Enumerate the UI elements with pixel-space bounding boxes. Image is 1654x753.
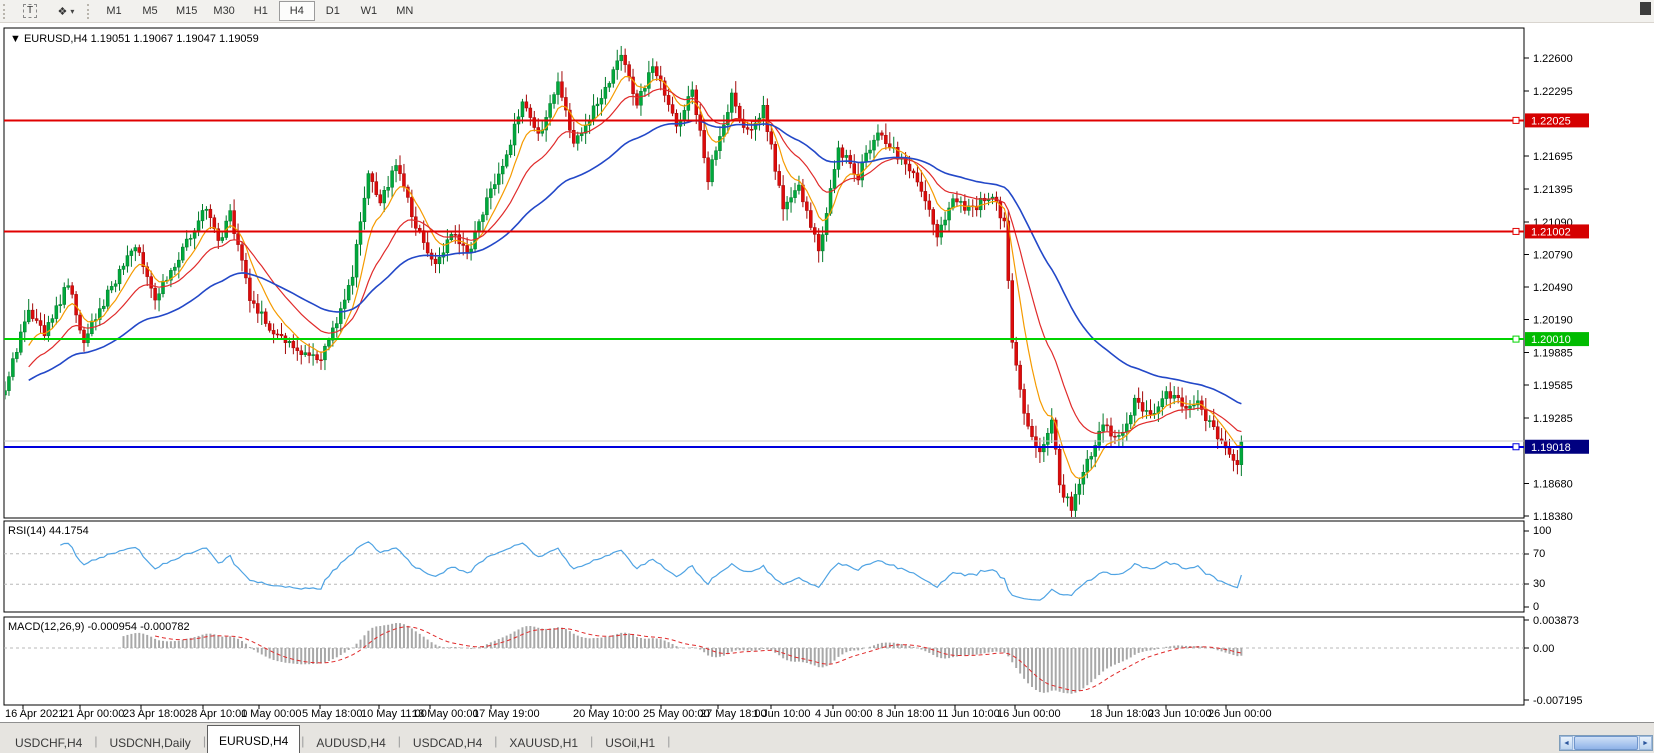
chart-ohlc-header: ▼ EURUSD,H4 1.19051 1.19067 1.19047 1.19… xyxy=(10,33,259,45)
time-axis-label: 18 Jun 18:00 xyxy=(1090,708,1154,720)
scroll-right-icon[interactable]: ► xyxy=(1639,736,1652,750)
price-tick-label: 1.22295 xyxy=(1533,86,1573,98)
hline-anchor-marker[interactable] xyxy=(1512,116,1520,124)
hline-price-badge-text: 1.21002 xyxy=(1531,226,1571,238)
hline-anchor-marker[interactable] xyxy=(1512,443,1520,451)
scroll-left-icon[interactable]: ◄ xyxy=(1560,736,1573,750)
time-axis-label: 23 Jun 10:00 xyxy=(1148,708,1212,720)
toolbar-grip[interactable] xyxy=(87,3,92,19)
rsi-tick-label: 100 xyxy=(1533,525,1551,537)
rsi-tick-label: 0 xyxy=(1533,601,1539,613)
tab-usdcnh-daily[interactable]: USDCNH,Daily xyxy=(98,730,201,753)
time-axis[interactable]: 16 Apr 202121 Apr 00:0023 Apr 18:00 28 Ap… xyxy=(5,705,1272,720)
price-axis[interactable]: 1.226001.222951.216951.213951.210901.207… xyxy=(1524,53,1589,707)
timeframe-button-h1[interactable]: H1 xyxy=(243,1,279,21)
timeframe-button-h4[interactable]: H4 xyxy=(278,1,315,21)
tab-usdcad-h4[interactable]: USDCAD,H4 xyxy=(402,730,493,753)
macd-tick-label: 0.003873 xyxy=(1533,615,1579,627)
timeframe-button-mn[interactable]: MN xyxy=(387,1,423,21)
price-tick-label: 1.18380 xyxy=(1533,511,1573,523)
time-axis-label: 11 Jun 10:00 xyxy=(937,708,1000,720)
insert-text-button[interactable]: T xyxy=(12,1,48,21)
price-tick-label: 1.21695 xyxy=(1533,151,1573,163)
tab-eurusd-h4[interactable]: EURUSD,H4 xyxy=(206,725,301,753)
text-tool-icon: T xyxy=(22,4,38,18)
symbols-button[interactable]: ❖ ▾ xyxy=(48,1,84,21)
macd-pane[interactable] xyxy=(3,616,1525,706)
price-tick-label: 1.19285 xyxy=(1533,413,1573,425)
timeframe-button-m5[interactable]: M5 xyxy=(132,1,168,21)
tab-xauusd-h1[interactable]: XAUUSD,H1 xyxy=(498,730,589,753)
scrollbar-thumb[interactable] xyxy=(1574,736,1638,750)
macd-tick-label: 0.00 xyxy=(1533,643,1554,655)
price-chart[interactable]: 1.226001.222951.216951.213951.210901.207… xyxy=(0,23,1654,722)
price-tick-label: 1.21395 xyxy=(1533,184,1573,196)
time-axis-label: 17 May 19:00 xyxy=(473,708,540,720)
price-tick-label: 1.20490 xyxy=(1533,282,1573,294)
toolbar-grip[interactable] xyxy=(3,3,8,19)
hline-price-badge-text: 1.20010 xyxy=(1531,334,1571,346)
tab-usoil-h1[interactable]: USOil,H1 xyxy=(594,730,666,753)
timeframe-button-m30[interactable]: M30 xyxy=(205,1,242,21)
tab-usdchf-h4[interactable]: USDCHF,H4 xyxy=(4,730,93,753)
tabbar-scrollbar[interactable]: ◄ ► xyxy=(1559,735,1653,751)
time-axis-label: 26 Jun 00:00 xyxy=(1208,708,1272,720)
timeframe-button-m15[interactable]: M15 xyxy=(168,1,205,21)
macd-header: MACD(12,26,9) -0.000954 -0.000782 xyxy=(8,621,190,633)
symbols-icon: ❖ xyxy=(57,5,68,18)
time-axis-label: 5 May 18:00 xyxy=(302,708,363,720)
price-tick-label: 1.20790 xyxy=(1533,249,1573,261)
time-axis-label: 13 May 00:00 xyxy=(412,708,479,720)
time-axis-label: 8 Jun 18:00 xyxy=(877,708,935,720)
time-axis-label: 21 Apr 00:00 xyxy=(62,708,124,720)
tab-separator: | xyxy=(667,734,671,748)
rsi-tick-label: 30 xyxy=(1533,578,1545,590)
time-axis-label: 1 May 00:00 xyxy=(241,708,302,720)
hline-price-badge-text: 1.19018 xyxy=(1531,442,1571,454)
price-tick-label: 1.20190 xyxy=(1533,315,1573,327)
rsi-header: RSI(14) 44.1754 xyxy=(8,525,89,537)
main-pane[interactable] xyxy=(3,27,1525,519)
time-axis-label: 4 Jun 00:00 xyxy=(815,708,873,720)
timeframe-button-w1[interactable]: W1 xyxy=(351,1,387,21)
price-tick-label: 1.22600 xyxy=(1533,53,1573,65)
hline-anchor-marker[interactable] xyxy=(1512,227,1520,235)
time-axis-label: 23 Apr 18:00 xyxy=(123,708,185,720)
price-tick-label: 1.18680 xyxy=(1533,478,1573,490)
timeframe-button-d1[interactable]: D1 xyxy=(315,1,351,21)
chart-region: 1.22600 1.22295 1.21695 1.21395 1.21090 1.207… xyxy=(0,23,1654,722)
symbol-tabs: USDCHF,H4 | USDCNH,Daily | EURUSD,H4 | AUDUSD,… xyxy=(4,725,671,753)
toolbar-corner-icon[interactable] xyxy=(1640,2,1651,15)
chevron-down-icon: ▾ xyxy=(70,6,75,16)
top-toolbar: T ❖ ▾ M1 M5 M15 M30 H1 H4 D1 W1 MN xyxy=(0,0,1654,23)
symbol-tabbar: USDCHF,H4 | USDCNH,Daily | EURUSD,H4 | AUDUSD,… xyxy=(0,722,1654,753)
time-axis-label: 20 May 10:00 xyxy=(573,708,640,720)
hline-price-badge-text: 1.22025 xyxy=(1531,115,1571,127)
price-tick-label: 1.19885 xyxy=(1533,348,1573,360)
macd-tick-label: -0.007195 xyxy=(1533,695,1583,707)
timeframe-button-group: M1 M5 M15 M30 H1 H4 D1 W1 MN xyxy=(96,1,423,21)
tab-audusd-h4[interactable]: AUDUSD,H4 xyxy=(305,730,396,753)
time-axis-label: 28 Apr 10:00 xyxy=(185,708,247,720)
timeframe-button-m1[interactable]: M1 xyxy=(96,1,132,21)
price-tick-label: 1.19585 xyxy=(1533,380,1573,392)
rsi-tick-label: 70 xyxy=(1533,548,1545,560)
time-axis-label: 16 Apr 2021 xyxy=(5,708,64,720)
mt4-window: T ❖ ▾ M1 M5 M15 M30 H1 H4 D1 W1 MN 1.22600 1.2229… xyxy=(0,0,1654,753)
hline-anchor-marker[interactable] xyxy=(1512,335,1520,343)
time-axis-label: 16 Jun 00:00 xyxy=(997,708,1061,720)
time-axis-label: 1 Jun 10:00 xyxy=(753,708,811,720)
